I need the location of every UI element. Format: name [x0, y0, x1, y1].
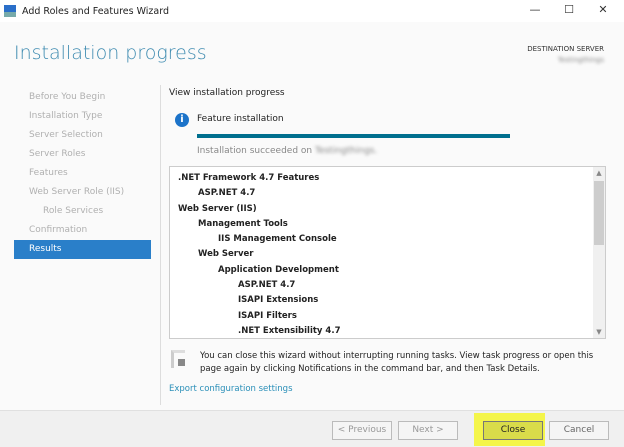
destination-server: DESTINATION SERVER Testingthings — [527, 45, 604, 64]
footer: < Previous Next > Close Cancel — [0, 410, 624, 447]
view-label: View installation progress — [169, 88, 285, 98]
list-item: Web Server — [198, 249, 254, 260]
page-title: Installation progress — [14, 42, 207, 64]
scroll-down-icon[interactable]: ▼ — [593, 328, 605, 336]
close-note: You can close this wizard without interr… — [200, 351, 594, 374]
export-configuration-link[interactable]: Export configuration settings — [169, 384, 293, 394]
notification-flag-icon — [171, 350, 185, 368]
nav-features: Features — [29, 168, 68, 178]
cancel-button[interactable]: Cancel — [549, 421, 609, 440]
nav-server-selection: Server Selection — [29, 130, 103, 140]
destination-server-name: Testingthings — [557, 56, 604, 64]
main-content: View installation progress i Feature ins… — [169, 88, 609, 394]
nav-web-server-role: Web Server Role (IIS) — [29, 187, 125, 197]
nav-role-services: Role Services — [43, 206, 104, 216]
app-icon — [4, 5, 16, 17]
nav-results[interactable]: Results — [14, 240, 151, 259]
close-window-button[interactable]: ✕ — [588, 3, 618, 16]
scrollbar[interactable]: ▲ ▼ — [593, 167, 605, 338]
list-item: ASP.NET 4.7 — [198, 188, 256, 199]
previous-button[interactable]: < Previous — [332, 421, 392, 440]
title-bar: Add Roles and Features Wizard — ☐ ✕ — [0, 0, 624, 22]
list-item: .NET Framework 4.7 Features — [178, 173, 320, 183]
progress-bar — [197, 134, 510, 138]
close-button[interactable]: Close — [483, 421, 543, 440]
list-item: Application Development — [218, 264, 339, 275]
list-item: .NET Extensibility 4.7 — [238, 325, 341, 336]
destination-label: DESTINATION SERVER — [527, 45, 604, 53]
list-item: ISAPI Filters — [238, 310, 297, 321]
scroll-thumb[interactable] — [594, 181, 604, 245]
info-icon: i — [175, 113, 189, 127]
list-item: IIS Management Console — [218, 234, 337, 245]
success-prefix: Installation succeeded on — [197, 146, 313, 156]
next-button[interactable]: Next > — [398, 421, 458, 440]
divider — [160, 85, 161, 405]
nav-server-roles: Server Roles — [29, 149, 86, 159]
list-item: ISAPI Extensions — [238, 295, 319, 306]
nav-installation-type: Installation Type — [29, 111, 103, 121]
success-message: Installation succeeded on Testingthings. — [197, 146, 377, 156]
list-item: Web Server (IIS) — [178, 203, 257, 214]
nav-confirmation: Confirmation — [29, 225, 88, 235]
nav-before-you-begin: Before You Begin — [29, 92, 106, 102]
results-list[interactable]: .NET Framework 4.7 Features ASP.NET 4.7 … — [169, 166, 606, 339]
window-title: Add Roles and Features Wizard — [22, 5, 170, 17]
maximize-button[interactable]: ☐ — [554, 3, 584, 16]
scroll-up-icon[interactable]: ▲ — [593, 169, 605, 177]
list-item: Management Tools — [198, 218, 288, 229]
feature-label: Feature installation — [197, 114, 284, 124]
list-item: ASP.NET 4.7 — [238, 280, 296, 291]
success-server: Testingthings. — [314, 146, 378, 156]
wizard-nav: Before You Begin Installation Type Serve… — [14, 88, 151, 259]
minimize-button[interactable]: — — [520, 3, 550, 16]
